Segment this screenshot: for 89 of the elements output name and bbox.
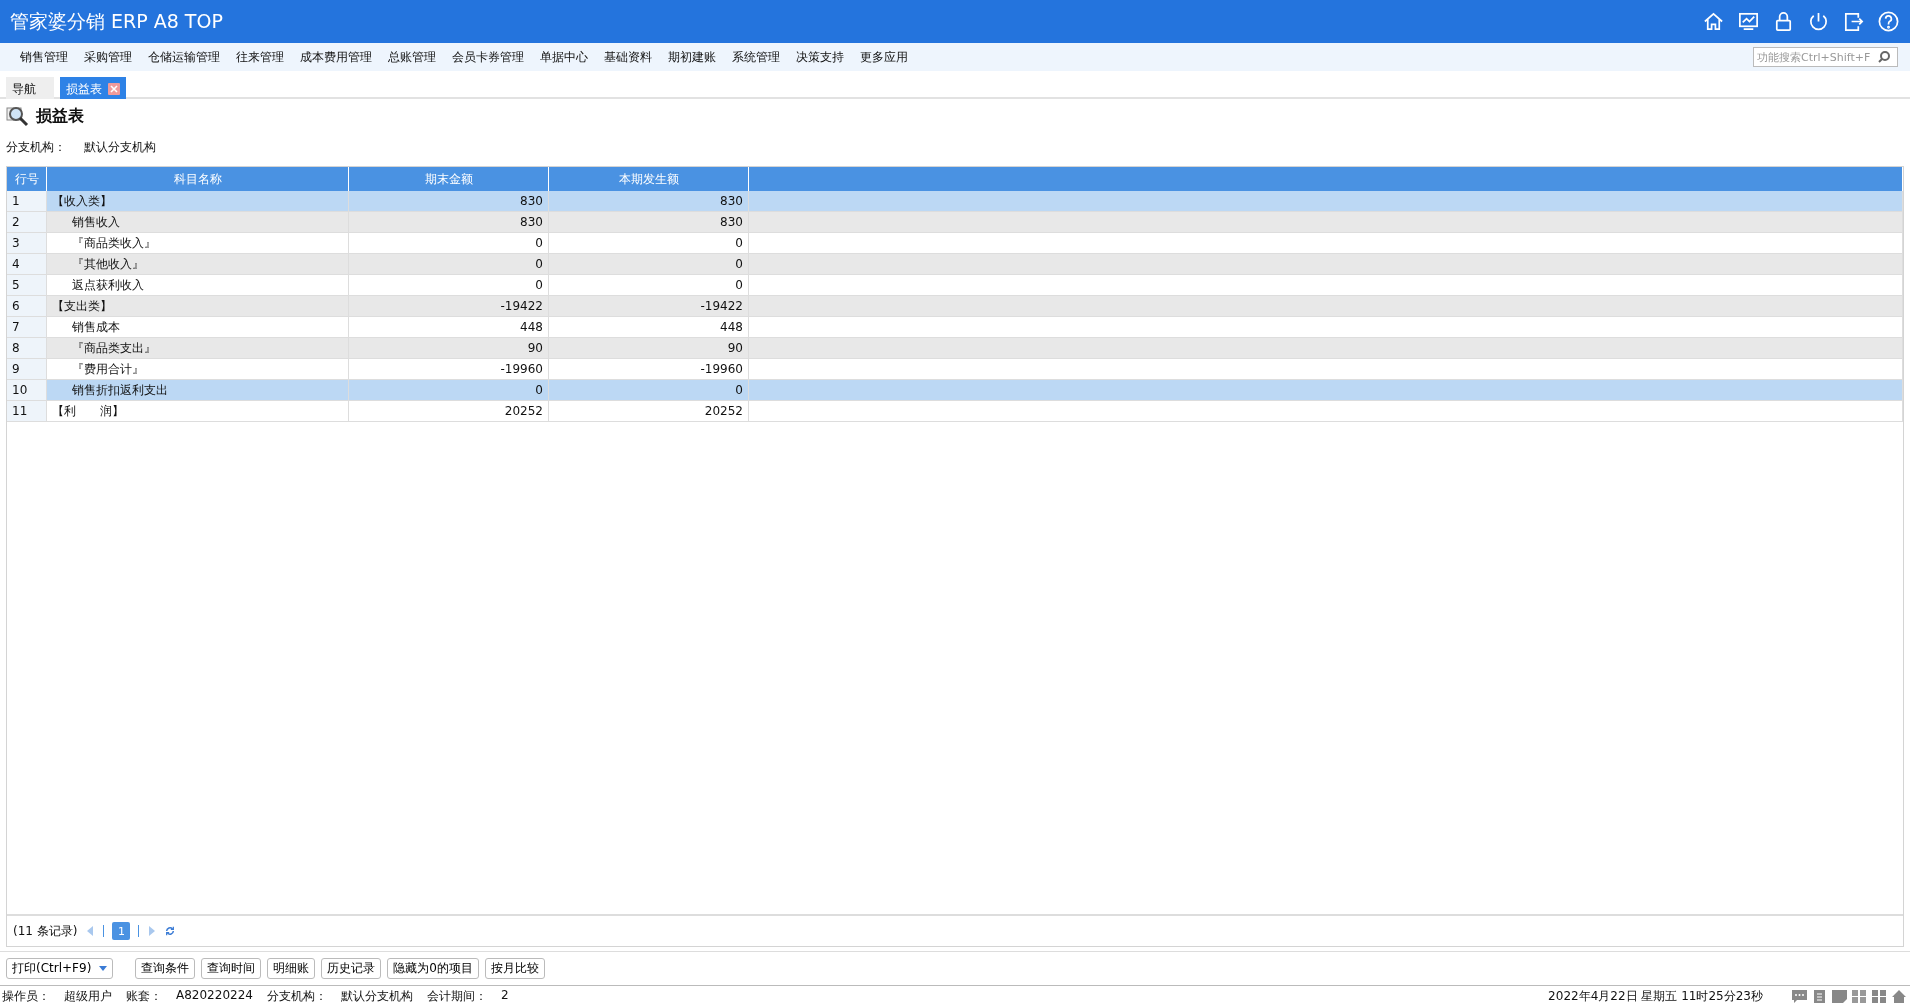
table-cell: 20252: [549, 401, 749, 422]
tab[interactable]: 导航: [6, 77, 54, 99]
table-cell: 0: [549, 254, 749, 275]
print-button[interactable]: 打印(Ctrl+F9): [6, 958, 114, 979]
table-row[interactable]: 11 【利 润】 20252 20252: [7, 401, 1903, 422]
table-cell: 830: [549, 212, 749, 233]
status-label: 操作员：: [2, 988, 50, 1005]
menu-item[interactable]: 期初建账: [660, 48, 724, 66]
chart-monitor-icon[interactable]: [1737, 10, 1760, 33]
toolbar-button[interactable]: 查询时间: [201, 958, 262, 979]
table-cell: 0: [349, 380, 549, 401]
row-number: 11: [7, 401, 47, 422]
menu-item[interactable]: 更多应用: [852, 48, 916, 66]
menu-item[interactable]: 单据中心: [532, 48, 596, 66]
menu-item[interactable]: 基础资料: [596, 48, 660, 66]
power-icon[interactable]: [1807, 10, 1830, 33]
menu-item[interactable]: 往来管理: [228, 48, 292, 66]
chat-icon[interactable]: [1791, 989, 1808, 1004]
menu-item[interactable]: 决策支持: [788, 48, 852, 66]
status-value: 超级用户: [64, 988, 112, 1005]
app-title: 管家婆分销 ERP A8 TOP: [10, 8, 224, 34]
filter-label: 分支机构：: [6, 139, 66, 156]
table-cell: -19422: [549, 296, 749, 317]
toolbar-button[interactable]: 明细账: [267, 958, 316, 979]
row-number: 9: [7, 359, 47, 380]
table-row[interactable]: 6 【支出类】 -19422 -19422: [7, 296, 1903, 317]
refresh-icon[interactable]: [165, 925, 176, 937]
search-field[interactable]: 功能搜索Ctrl+Shift+F: [1753, 47, 1898, 67]
table-cell: 90: [349, 338, 549, 359]
menu-item[interactable]: 会员卡券管理: [444, 48, 532, 66]
table-cell: 销售收入: [47, 212, 349, 233]
table-cell: 0: [549, 380, 749, 401]
status-value: 默认分支机构: [340, 988, 413, 1005]
table-cell: 830: [349, 212, 549, 233]
table-cell: 『商品类支出』: [47, 338, 349, 359]
table-cell: 0: [349, 254, 549, 275]
home-icon[interactable]: [1702, 10, 1725, 33]
status-label: 分支机构：: [266, 988, 327, 1005]
tab[interactable]: 损益表: [60, 77, 126, 99]
toolbar-button[interactable]: 隐藏为0的项目: [387, 958, 479, 979]
table-row[interactable]: 8 『商品类支出』 90 90: [7, 338, 1903, 359]
note-icon[interactable]: [1831, 989, 1848, 1004]
page-title: 损益表: [36, 105, 84, 127]
menu-item[interactable]: 销售管理: [12, 48, 76, 66]
search-icon[interactable]: [1877, 50, 1891, 64]
toolbar-button[interactable]: 查询条件: [135, 958, 196, 979]
table-row[interactable]: 4 『其他收入』 0 0: [7, 254, 1903, 275]
help-icon[interactable]: [1877, 10, 1900, 33]
table-cell: 【支出类】: [47, 296, 349, 317]
toolbar-button[interactable]: 历史记录: [321, 958, 382, 979]
table-cell: -19422: [349, 296, 549, 317]
status-value: 2: [500, 988, 509, 1004]
menu-item[interactable]: 系统管理: [724, 48, 788, 66]
grid-icon[interactable]: [1851, 989, 1868, 1004]
table-row[interactable]: 1 【收入类】 830 830: [7, 191, 1903, 212]
toolbar-button[interactable]: 按月比较: [484, 958, 545, 979]
row-number: 7: [7, 317, 47, 338]
clipboard-icon[interactable]: [1811, 989, 1828, 1004]
table-cell: 销售折扣返利支出: [47, 380, 349, 401]
status-label: 账套：: [126, 988, 162, 1005]
row-number: 5: [7, 275, 47, 296]
status-value: A820220224: [176, 988, 253, 1004]
filter-value: 默认分支机构: [84, 139, 156, 156]
caret-icon: [99, 966, 108, 971]
table-row[interactable]: 10 销售折扣返利支出 0 0: [7, 380, 1903, 401]
row-number: 3: [7, 233, 47, 254]
menu-item[interactable]: 仓储运输管理: [140, 48, 228, 66]
table-cell: 【利 润】: [47, 401, 349, 422]
apps-icon[interactable]: [1871, 989, 1888, 1004]
home-icon[interactable]: [1891, 989, 1908, 1004]
record-count: (11 条记录): [13, 922, 78, 940]
exit-icon[interactable]: [1842, 10, 1865, 33]
close-icon[interactable]: [108, 83, 120, 95]
status-datetime: 2022年4月22日 星期五 11时25分23秒: [1548, 988, 1763, 1005]
row-number: 8: [7, 338, 47, 359]
table-cell: 90: [549, 338, 749, 359]
menu-item[interactable]: 成本费用管理: [292, 48, 380, 66]
magnifier-icon: [6, 105, 30, 127]
row-number: 2: [7, 212, 47, 233]
menu-item[interactable]: 采购管理: [76, 48, 140, 66]
row-number: 10: [7, 380, 47, 401]
table-cell: 20252: [349, 401, 549, 422]
row-number: 4: [7, 254, 47, 275]
table-cell: 『其他收入』: [47, 254, 349, 275]
row-number: 1: [7, 191, 47, 212]
status-label: 会计期间：: [426, 988, 487, 1005]
table-row[interactable]: 2 销售收入 830 830: [7, 212, 1903, 233]
menu-item[interactable]: 总账管理: [380, 48, 444, 66]
row-number: 6: [7, 296, 47, 317]
